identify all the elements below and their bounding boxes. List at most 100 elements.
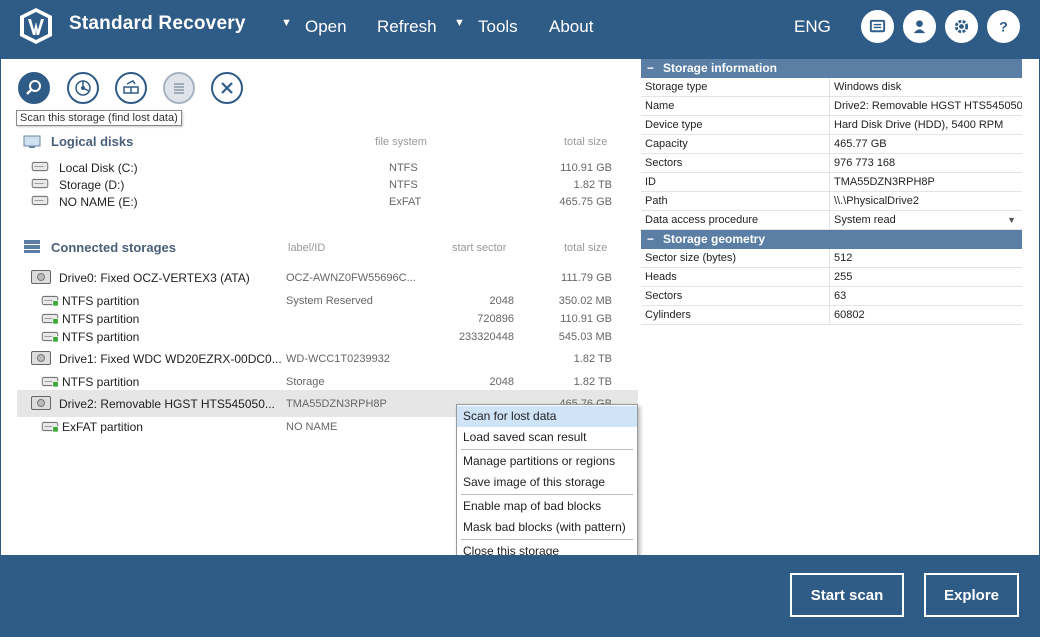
- menu-separator: [461, 539, 633, 540]
- info-row: Sector size (bytes) 512: [641, 249, 1022, 268]
- context-menu-item[interactable]: Enable map of bad blocks: [457, 496, 637, 517]
- storage-geometry-header[interactable]: − Storage geometry: [641, 230, 1022, 249]
- data-access-dropdown[interactable]: Data access procedure System read ▼: [641, 211, 1022, 230]
- collapse-icon[interactable]: −: [647, 230, 663, 249]
- info-key: Storage type: [641, 78, 830, 96]
- user-button[interactable]: [903, 10, 936, 43]
- menu-about[interactable]: About: [549, 17, 593, 37]
- manage-partitions-button[interactable]: [115, 72, 147, 104]
- partition-name[interactable]: ExFAT partition: [62, 420, 143, 434]
- scan-icon: [26, 80, 41, 95]
- start-scan-button[interactable]: Start scan: [790, 573, 904, 617]
- collapse-icon[interactable]: −: [647, 59, 663, 78]
- partition-name[interactable]: NTFS partition: [62, 294, 139, 308]
- storage-info-title: Storage information: [663, 61, 778, 75]
- dropdown-arrow-icon[interactable]: ▼: [1007, 211, 1016, 229]
- context-menu-item[interactable]: Mask bad blocks (with pattern): [457, 517, 637, 538]
- storage-drive-icon: [31, 396, 51, 410]
- logical-disk-name[interactable]: Local Disk (C:): [59, 161, 138, 175]
- list-icon: [174, 83, 184, 94]
- storage-size: 545.03 MB: [558, 331, 612, 343]
- info-key: Sector size (bytes): [641, 249, 830, 267]
- partition-icon: [41, 331, 59, 342]
- partition-name[interactable]: NTFS partition: [62, 375, 139, 389]
- language-selector[interactable]: ENG: [794, 17, 831, 37]
- info-row: Sectors 976 773 168: [641, 154, 1022, 173]
- context-menu-item[interactable]: Scan for lost data: [457, 406, 637, 427]
- help-icon: ?: [999, 19, 1008, 35]
- storage-size: 1.82 TB: [573, 376, 612, 388]
- info-value: Hard Disk Drive (HDD), 5400 RPM: [834, 119, 1004, 131]
- storage-start-sector: 2048: [489, 376, 514, 388]
- logical-disk-fs: NTFS: [389, 162, 418, 174]
- storage-label: System Reserved: [286, 295, 373, 307]
- logical-disk-size: 110.91 GB: [560, 162, 612, 174]
- logical-disk-size: 1.82 TB: [573, 179, 612, 191]
- storage-drive-name[interactable]: Drive1: Fixed WDC WD20EZRX-00DC0...: [59, 352, 282, 366]
- monitor-icon: [23, 135, 41, 148]
- info-key: Sectors: [641, 287, 830, 305]
- storage-label: OCZ-AWNZ0FW55696C...: [286, 272, 416, 284]
- screen-button[interactable]: [861, 10, 894, 43]
- user-icon: [913, 20, 926, 34]
- logical-disk-fs: NTFS: [389, 179, 418, 191]
- open-dropdown-arrow-icon[interactable]: ▼: [281, 17, 292, 29]
- storages-icon: [24, 240, 40, 253]
- app-title: Standard Recovery: [69, 13, 246, 34]
- logical-disks-title: Logical disks: [51, 134, 134, 149]
- context-menu-item[interactable]: Save image of this storage: [457, 472, 637, 493]
- explore-button[interactable]: Explore: [924, 573, 1019, 617]
- screen-icon: [869, 19, 886, 33]
- storage-label: WD-WCC1T0239932: [286, 353, 390, 365]
- col-total-size: total size: [564, 136, 608, 148]
- logical-disk-fs: ExFAT: [389, 196, 422, 208]
- gear-icon: [954, 19, 969, 34]
- info-row: Heads 255: [641, 268, 1022, 287]
- col-label-id: label/ID: [288, 242, 326, 254]
- col-file-system: file system: [375, 136, 427, 148]
- storage-label: NO NAME: [286, 421, 338, 433]
- partition-icon: [41, 376, 59, 387]
- scan-storage-button[interactable]: [18, 72, 50, 104]
- storage-info-header[interactable]: − Storage information: [641, 59, 1022, 78]
- storage-label: TMA55DZN3RPH8P: [286, 398, 387, 410]
- storage-start-sector: 720896: [477, 313, 514, 325]
- info-value: 60802: [834, 309, 865, 321]
- context-menu-item[interactable]: Load saved scan result: [457, 427, 637, 448]
- storage-drive-name[interactable]: Drive0: Fixed OCZ-VERTEX3 (ATA): [59, 271, 250, 285]
- info-key: Data access procedure: [641, 211, 830, 229]
- info-value: Drive2: Removable HGST HTS545050A: [834, 100, 1022, 112]
- storage-size: 350.02 MB: [558, 295, 612, 307]
- tools-dropdown-arrow-icon[interactable]: ▼: [454, 17, 465, 29]
- menu-tools[interactable]: Tools: [478, 17, 518, 37]
- partition-name[interactable]: NTFS partition: [62, 330, 139, 344]
- storage-start-sector: 233320448: [458, 331, 514, 343]
- info-value: 465.77 GB: [834, 138, 887, 150]
- info-row: Device type Hard Disk Drive (HDD), 5400 R…: [641, 116, 1022, 135]
- col-storage-size: total size: [564, 242, 608, 254]
- menu-refresh[interactable]: Refresh: [377, 17, 437, 37]
- partition-name[interactable]: NTFS partition: [62, 312, 139, 326]
- settings-button[interactable]: [945, 10, 978, 43]
- tooltip: Scan this storage (find lost data): [16, 110, 182, 126]
- title-bar: Standard Recovery ▼ Open Refresh ▼ Tools…: [0, 0, 1040, 52]
- storage-drive-name[interactable]: Drive2: Removable HGST HTS545050...: [59, 397, 275, 411]
- info-value: 63: [834, 290, 847, 302]
- info-value: 976 773 168: [834, 157, 896, 169]
- footer-bar: Start scan Explore: [0, 555, 1040, 637]
- app-logo: [16, 6, 56, 46]
- logical-disk-name[interactable]: NO NAME (E:): [59, 195, 138, 209]
- menu-open[interactable]: Open: [305, 17, 347, 37]
- info-key: Cylinders: [641, 306, 830, 324]
- partition-chart-button[interactable]: [67, 72, 99, 104]
- context-menu: Scan for lost data Load saved scan result…: [456, 404, 638, 564]
- storage-drive-icon: [31, 351, 51, 365]
- logical-disk-name[interactable]: Storage (D:): [59, 178, 124, 192]
- context-menu-item[interactable]: Manage partitions or regions: [457, 451, 637, 472]
- info-key: ID: [641, 173, 830, 191]
- list-view-button[interactable]: [163, 72, 195, 104]
- info-row: ID TMA55DZN3RPH8P: [641, 173, 1022, 192]
- logical-disk-icon: [31, 195, 49, 206]
- close-storage-button[interactable]: [211, 72, 243, 104]
- help-button[interactable]: ?: [987, 10, 1020, 43]
